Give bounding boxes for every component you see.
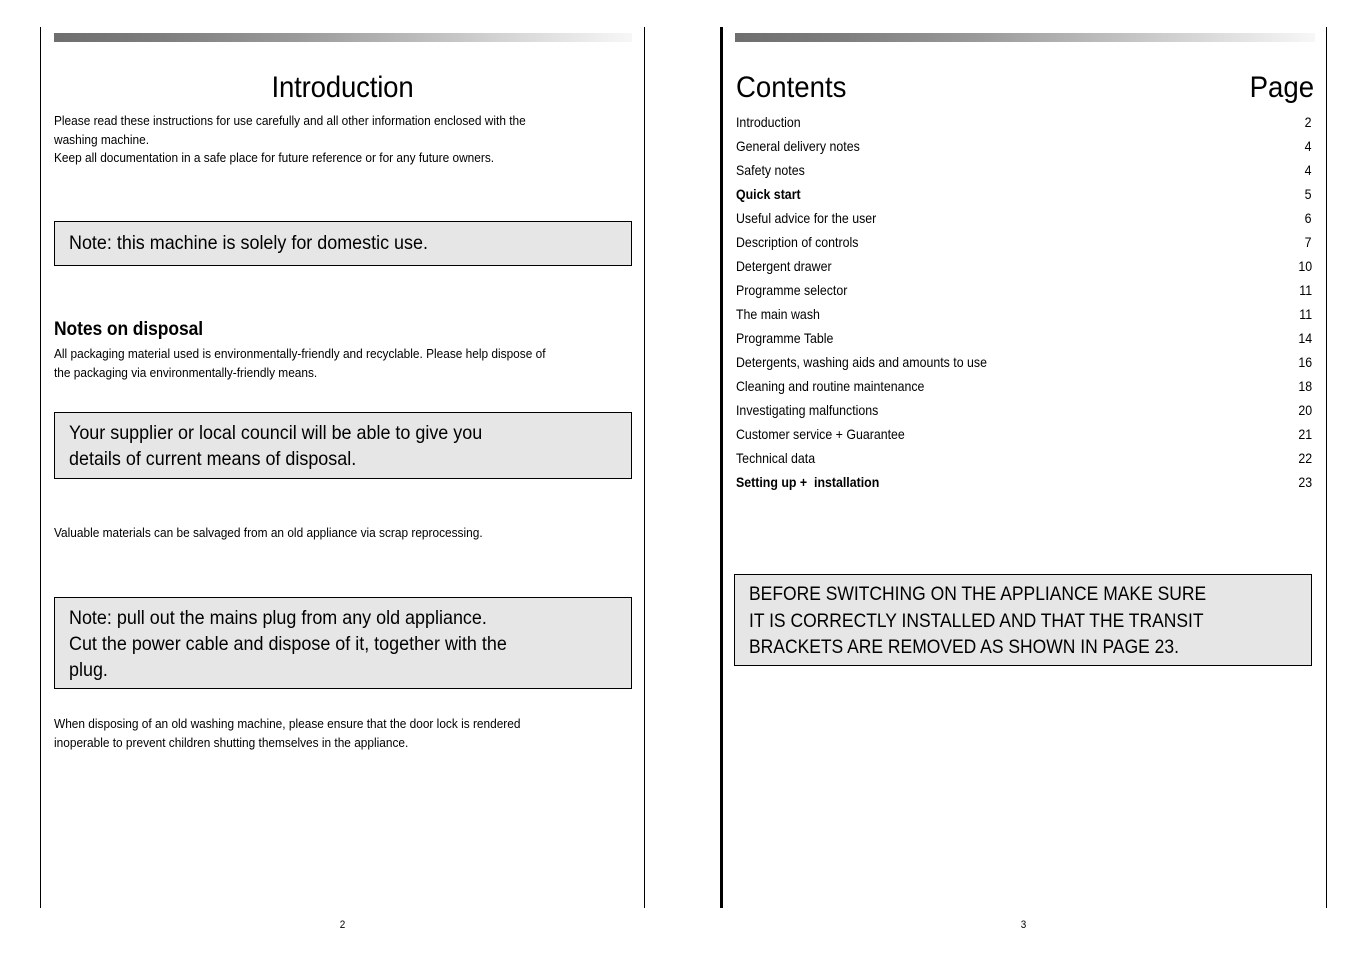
disposal-paragraph: All packaging material used is environme… [54, 346, 546, 380]
toc-entry-page-number: 11 [1299, 283, 1312, 298]
page-title-contents: Contents [736, 71, 847, 104]
toc-entry-label: Detergent drawer [736, 259, 832, 274]
salvage-paragraph: Valuable materials can be salvaged from … [54, 525, 483, 540]
toc-entry-label: Description of controls [736, 235, 859, 250]
toc-entry[interactable]: Quick start 5 [736, 183, 1314, 207]
toc-entry[interactable]: Useful advice for the user 6 [736, 207, 1314, 231]
toc-entry[interactable]: Technical data 22 [736, 447, 1314, 471]
toc-entry[interactable]: Programme Table 14 [736, 327, 1314, 351]
toc-entry-page-number: 5 [1305, 187, 1312, 202]
toc-entry-label: General delivery notes [736, 139, 860, 154]
toc-entry-page-number: 14 [1298, 331, 1312, 346]
note-box-mains-plug: Note: pull out the mains plug from any o… [54, 597, 632, 689]
toc-entry[interactable]: Customer service + Guarantee 21 [736, 423, 1314, 447]
note-box-mains-plug-text: Note: pull out the mains plug from any o… [69, 607, 507, 681]
warning-box-transit-brackets-text: BEFORE SWITCHING ON THE APPLIANCE MAKE S… [749, 584, 1207, 658]
warning-box-transit-brackets: BEFORE SWITCHING ON THE APPLIANCE MAKE S… [734, 574, 1312, 666]
toc-entry-label: Safety notes [736, 163, 805, 178]
toc-entry-page-number: 6 [1305, 211, 1312, 226]
toc-entry[interactable]: General delivery notes 4 [736, 135, 1314, 159]
toc-entry-page-number: 2 [1305, 115, 1312, 130]
toc-entry[interactable]: Setting up + installation 23 [736, 471, 1314, 495]
toc-entry[interactable]: Detergents, washing aids and amounts to … [736, 351, 1314, 375]
page-right-contents: Contents Page Introduction 2 General deliv… [720, 27, 1327, 908]
toc-entry-label: Detergents, washing aids and amounts to … [736, 355, 988, 370]
note-box-supplier-disposal: Your supplier or local council will be a… [54, 412, 632, 479]
toc-entry-label: Programme Table [736, 331, 834, 346]
toc-entry[interactable]: Description of controls 7 [736, 231, 1314, 255]
door-lock-paragraph: When disposing of an old washing machine… [54, 716, 521, 750]
note-box-domestic-use-text: Note: this machine is solely for domesti… [69, 232, 428, 254]
toc-entry-label: Cleaning and routine maintenance [736, 379, 925, 394]
header-gradient-rule [54, 33, 632, 42]
toc-entry-label: Investigating malfunctions [736, 403, 879, 418]
toc-entry-label: The main wash [736, 307, 820, 322]
note-box-domestic-use: Note: this machine is solely for domesti… [54, 221, 632, 266]
contents-page-column-header: Page [1249, 71, 1314, 104]
table-of-contents: Introduction 2 General delivery notes 4 Safe… [736, 111, 1314, 495]
toc-entry-page-number: 11 [1299, 307, 1312, 322]
toc-entry[interactable]: Programme selector 11 [736, 279, 1314, 303]
toc-entry-label: Useful advice for the user [736, 211, 877, 226]
toc-entry-page-number: 20 [1298, 403, 1312, 418]
toc-entry[interactable]: Detergent drawer 10 [736, 255, 1314, 279]
toc-entry[interactable]: The main wash 11 [736, 303, 1314, 327]
toc-entry-page-number: 16 [1298, 355, 1312, 370]
toc-entry-page-number: 23 [1298, 475, 1312, 490]
folio-page-number-right: 3 [1020, 919, 1027, 931]
toc-entry-page-number: 21 [1298, 427, 1312, 442]
toc-entry-page-number: 4 [1305, 139, 1312, 154]
toc-entry-page-number: 4 [1305, 163, 1312, 178]
page-left-introduction: Introduction Please read these instructi… [40, 27, 645, 908]
toc-entry[interactable]: Introduction 2 [736, 111, 1314, 135]
toc-entry-page-number: 10 [1298, 259, 1312, 274]
toc-entry[interactable]: Investigating malfunctions 20 [736, 399, 1314, 423]
toc-entry-label: Programme selector [736, 283, 848, 298]
page-title-introduction: Introduction [271, 71, 414, 104]
intro-paragraph: Please read these instructions for use c… [54, 113, 526, 165]
toc-entry-label: Customer service + Guarantee [736, 427, 905, 442]
toc-entry-label: Technical data [736, 451, 816, 466]
toc-entry-page-number: 7 [1305, 235, 1312, 250]
toc-entry-label: Introduction [736, 115, 801, 130]
toc-entry-page-number: 22 [1298, 451, 1312, 466]
manual-two-page-spread: Introduction Please read these instructi… [0, 0, 1351, 954]
heading-notes-on-disposal: Notes on disposal [54, 319, 203, 340]
toc-entry[interactable]: Cleaning and routine maintenance 18 [736, 375, 1314, 399]
toc-entry-label: Setting up + installation [736, 475, 880, 490]
toc-entry-label: Quick start [736, 187, 801, 202]
header-gradient-rule [735, 33, 1315, 42]
folio-page-number-left: 2 [339, 919, 346, 931]
toc-entry[interactable]: Safety notes 4 [736, 159, 1314, 183]
note-box-supplier-disposal-text: Your supplier or local council will be a… [69, 422, 483, 470]
toc-entry-page-number: 18 [1298, 379, 1312, 394]
